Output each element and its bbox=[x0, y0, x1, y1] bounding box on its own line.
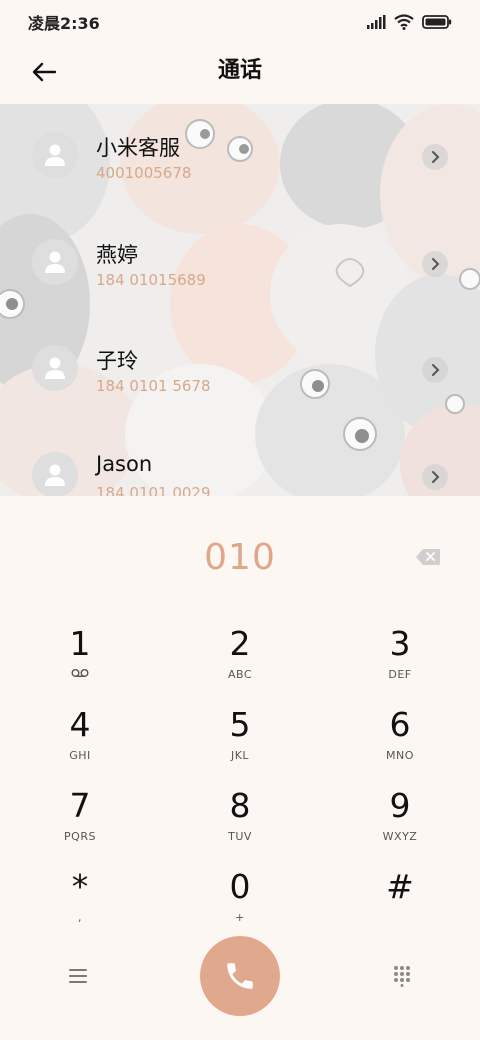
key-3[interactable]: 3 DEF bbox=[320, 604, 480, 685]
contact-number: 184 0101 0029 bbox=[96, 484, 211, 496]
key-letters: PQRS bbox=[64, 830, 96, 843]
back-button[interactable] bbox=[22, 52, 66, 92]
backspace-button[interactable] bbox=[412, 544, 444, 570]
contact-name: 小米客服 bbox=[96, 136, 180, 160]
key-5[interactable]: 5 JKL bbox=[160, 685, 320, 766]
key-digit: 3 bbox=[389, 624, 411, 663]
bottom-bar bbox=[0, 934, 480, 1018]
avatar bbox=[32, 452, 78, 496]
key-1[interactable]: 1 bbox=[0, 604, 160, 685]
key-digit: 4 bbox=[69, 705, 91, 744]
chevron-right-icon bbox=[432, 471, 440, 483]
status-icons bbox=[366, 14, 452, 30]
contact-details-button[interactable] bbox=[422, 251, 448, 277]
key-digit: * bbox=[71, 867, 89, 906]
key-letters: JKL bbox=[230, 749, 250, 762]
contact-row[interactable]: 燕婷 184 01015689 bbox=[0, 211, 480, 318]
person-icon bbox=[45, 144, 65, 166]
dialed-number: 010 bbox=[204, 537, 276, 578]
back-arrow-icon bbox=[32, 62, 57, 82]
key-digit: 2 bbox=[229, 624, 251, 663]
key-letters: , bbox=[78, 911, 82, 924]
key-letters: GHI bbox=[69, 749, 91, 762]
title-bar: 通话 bbox=[0, 44, 480, 100]
contact-details-button[interactable] bbox=[422, 144, 448, 170]
voicemail-icon bbox=[71, 669, 89, 677]
key-digit: 6 bbox=[389, 705, 411, 744]
signal-icon bbox=[367, 15, 386, 29]
keypad: 1 2 ABC 3 DEF 4 GHI 5 JKL 6 MNO 7 PQRS 8… bbox=[0, 604, 480, 928]
key-letters: MNO bbox=[386, 749, 414, 762]
contact-name: Jason bbox=[96, 452, 153, 476]
key-4[interactable]: 4 GHI bbox=[0, 685, 160, 766]
key-digit: 7 bbox=[69, 786, 91, 825]
key-0[interactable]: 0 + bbox=[160, 847, 320, 928]
contact-row[interactable]: Jason 184 0101 0029 bbox=[0, 424, 480, 496]
contact-number: 4001005678 bbox=[96, 164, 192, 182]
key-digit: 8 bbox=[229, 786, 251, 825]
status-time: 凌晨2:36 bbox=[28, 14, 100, 33]
avatar bbox=[32, 345, 78, 391]
chevron-right-icon bbox=[432, 364, 440, 376]
call-button[interactable] bbox=[200, 936, 280, 1016]
chevron-right-icon bbox=[432, 151, 440, 163]
avatar bbox=[32, 132, 78, 178]
contact-row[interactable]: 小米客服 4001005678 bbox=[0, 104, 480, 211]
key-2[interactable]: 2 ABC bbox=[160, 604, 320, 685]
menu-icon bbox=[69, 969, 87, 983]
contact-name: 燕婷 bbox=[96, 243, 138, 267]
chevron-right-icon bbox=[432, 258, 440, 270]
contact-number: 184 0101 5678 bbox=[96, 377, 211, 395]
page-title: 通话 bbox=[217, 58, 262, 83]
key-8[interactable]: 8 TUV bbox=[160, 766, 320, 847]
key-letters: TUV bbox=[228, 830, 252, 843]
dialpad-toggle-button[interactable] bbox=[382, 960, 422, 992]
contact-details-button[interactable] bbox=[422, 357, 448, 383]
battery-icon bbox=[422, 15, 452, 29]
person-icon bbox=[45, 357, 65, 379]
backspace-icon bbox=[416, 549, 440, 565]
key-sub bbox=[71, 668, 89, 682]
person-icon bbox=[45, 464, 65, 486]
contact-details-button[interactable] bbox=[422, 464, 448, 490]
key-letters: DEF bbox=[388, 668, 412, 681]
person-icon bbox=[45, 251, 65, 273]
wifi-icon bbox=[394, 14, 414, 30]
key-6[interactable]: 6 MNO bbox=[320, 685, 480, 766]
dial-display: 010 bbox=[0, 528, 480, 588]
key-9[interactable]: 9 WXYZ bbox=[320, 766, 480, 847]
key-digit: 1 bbox=[69, 624, 91, 663]
contact-number: 184 01015689 bbox=[96, 271, 206, 289]
key-digit: 0 bbox=[229, 867, 251, 906]
contact-suggestions: 小米客服 4001005678 燕婷 184 01015689 子玲 184 0… bbox=[0, 104, 480, 496]
menu-button[interactable] bbox=[58, 960, 98, 992]
contact-name: 子玲 bbox=[96, 349, 138, 373]
contact-row[interactable]: 子玲 184 0101 5678 bbox=[0, 317, 480, 424]
status-bar: 凌晨2:36 bbox=[0, 0, 480, 44]
key-letters: + bbox=[235, 911, 245, 924]
key-star[interactable]: * , bbox=[0, 847, 160, 928]
phone-icon bbox=[227, 963, 253, 989]
key-digit: 5 bbox=[229, 705, 251, 744]
key-7[interactable]: 7 PQRS bbox=[0, 766, 160, 847]
avatar bbox=[32, 239, 78, 285]
key-digit: # bbox=[386, 867, 414, 906]
key-hash[interactable]: # bbox=[320, 847, 480, 928]
dialpad-icon bbox=[394, 966, 410, 987]
key-letters: ABC bbox=[227, 668, 253, 681]
key-letters: WXYZ bbox=[382, 830, 418, 843]
key-digit: 9 bbox=[389, 786, 411, 825]
